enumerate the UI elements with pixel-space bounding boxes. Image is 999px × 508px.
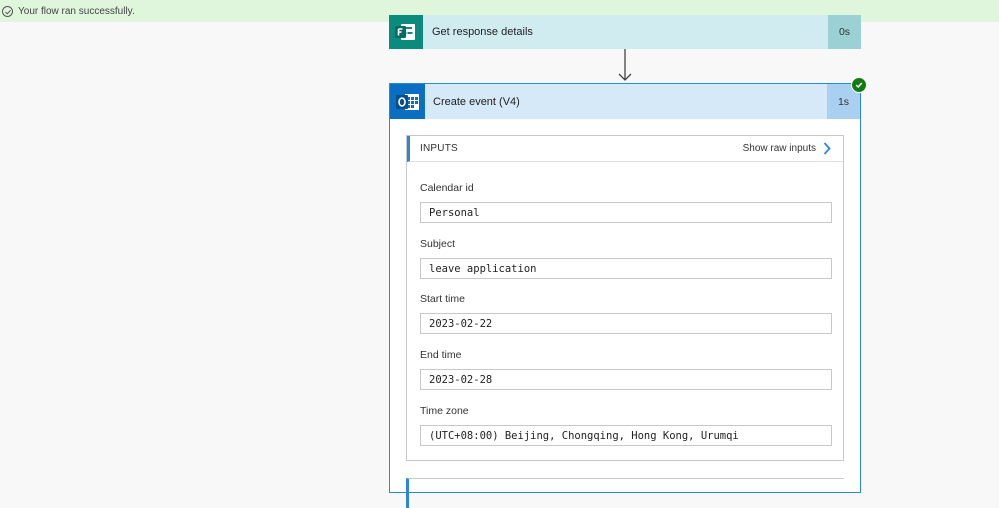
field-label: Start time <box>420 293 465 305</box>
step-title: Get response details <box>432 26 533 38</box>
field-label: Subject <box>420 238 456 250</box>
outlook-icon <box>390 84 425 119</box>
field-end-time: End time 2023-02-28 <box>420 349 832 390</box>
field-start-time: Start time 2023-02-22 <box>420 293 832 334</box>
step-card-create-event: Create event (V4) 1s INPUTS Show raw inp… <box>389 83 861 508</box>
field-label: End time <box>420 349 462 361</box>
show-raw-inputs-link[interactable]: Show raw inputs <box>743 142 831 155</box>
field-label: Calendar id <box>420 182 474 194</box>
inputs-panel: INPUTS Show raw inputs Calendar id Perso… <box>406 135 844 461</box>
field-value[interactable]: Personal <box>420 202 832 223</box>
step-card-get-response-details[interactable]: Get response details 0s <box>389 15 861 49</box>
field-calendar-id: Calendar id Personal <box>420 182 832 223</box>
banner-message: Your flow ran successfully. <box>18 5 135 17</box>
step-duration: 0s <box>828 15 861 49</box>
step-title: Create event (V4) <box>433 95 520 108</box>
field-value[interactable]: 2023-02-28 <box>420 369 832 390</box>
field-label: Time zone <box>420 405 469 417</box>
field-time-zone: Time zone (UTC+08:00) Beijing, Chongqing… <box>420 405 832 446</box>
step-header[interactable]: Create event (V4) 1s <box>390 84 860 119</box>
success-check-icon <box>851 77 867 93</box>
checkmark-circle-icon <box>2 5 13 17</box>
forms-icon <box>389 15 423 49</box>
field-subject: Subject leave application <box>420 238 832 279</box>
flow-arrow-icon <box>618 49 632 81</box>
field-value[interactable]: (UTC+08:00) Beijing, Chongqing, Hong Kon… <box>420 425 832 446</box>
field-value[interactable]: 2023-02-22 <box>420 313 832 334</box>
chevron-right-icon <box>823 142 831 155</box>
inputs-header: INPUTS Show raw inputs <box>407 136 843 162</box>
field-value[interactable]: leave application <box>420 258 832 279</box>
inputs-label: INPUTS <box>420 143 458 154</box>
show-raw-inputs-label: Show raw inputs <box>742 143 816 154</box>
